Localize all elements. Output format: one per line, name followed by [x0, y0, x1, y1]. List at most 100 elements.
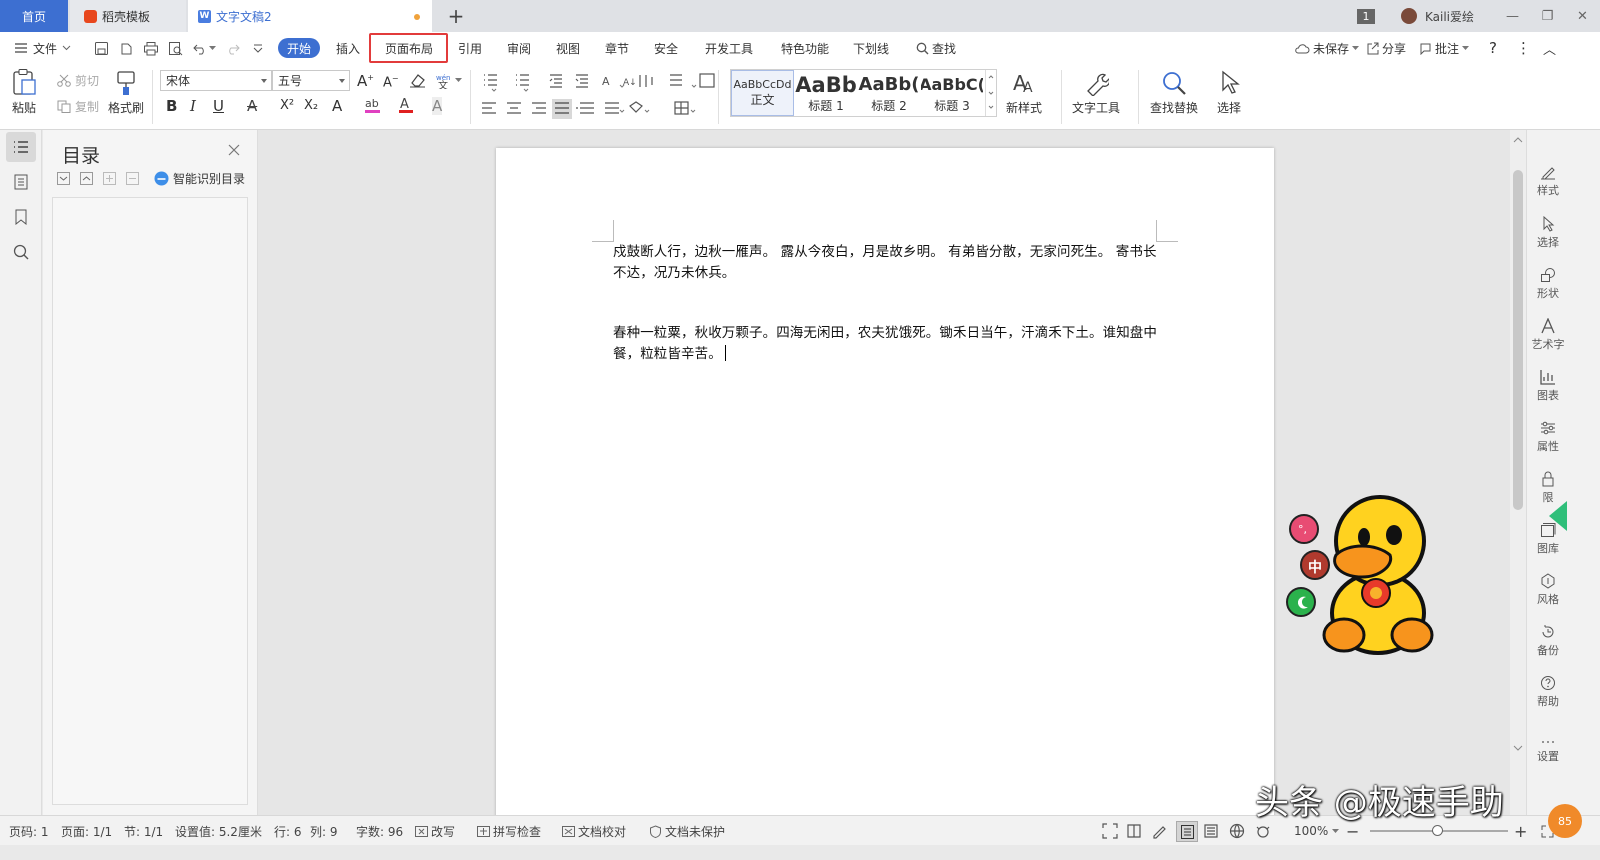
justify-align-button[interactable]	[552, 97, 572, 117]
file-menu[interactable]: 文件	[14, 32, 71, 64]
new-style-button[interactable]: AA 新样式	[1006, 70, 1042, 116]
pane-settings-button[interactable]: 设置	[1527, 738, 1569, 764]
vertical-scrollbar[interactable]	[1510, 130, 1526, 815]
tab-security[interactable]: 安全	[654, 32, 678, 64]
scroll-up-icon[interactable]	[1513, 136, 1523, 144]
tab-review[interactable]: 审阅	[507, 32, 531, 64]
demote-level-icon[interactable]	[126, 172, 139, 185]
font-name-select[interactable]: 宋体	[160, 70, 272, 91]
pane-style-button[interactable]: 样式	[1527, 164, 1569, 198]
tab-start[interactable]: 开始	[278, 38, 321, 58]
undo-button[interactable]	[193, 32, 216, 64]
select-button[interactable]: 选择	[1217, 70, 1241, 116]
close-button[interactable]: ✕	[1565, 9, 1600, 24]
tab-home[interactable]: 首页	[0, 0, 68, 32]
window-count-badge[interactable]: 1	[1357, 8, 1375, 24]
char-shading-button[interactable]: A	[432, 97, 443, 115]
more-button[interactable]: ⋮	[1516, 32, 1531, 64]
status-page-number[interactable]: 页码: 1	[9, 816, 49, 846]
bullet-list-button[interactable]	[480, 70, 500, 90]
zoom-slider-thumb[interactable]	[1432, 825, 1443, 836]
strikethrough-button[interactable]: A	[247, 97, 257, 115]
paragraph-1[interactable]: 戍鼓断人行，边秋一雁声。 露从今夜白，月是故乡明。 有弟皆分散，无家问死生。 寄…	[613, 242, 1158, 283]
comment-button[interactable]: 批注	[1419, 32, 1470, 64]
pane-property-button[interactable]: 属性	[1527, 420, 1569, 454]
font-size-select[interactable]: 五号	[272, 70, 350, 91]
avatar[interactable]	[1401, 8, 1417, 24]
grow-font-button[interactable]: A+	[357, 72, 374, 90]
text-tools-button[interactable]: 文字工具	[1072, 70, 1120, 116]
text-effect-button[interactable]: A	[332, 97, 342, 115]
numbered-list-button[interactable]	[512, 70, 532, 90]
expand-all-icon[interactable]	[57, 172, 70, 185]
redo-button[interactable]	[226, 32, 240, 64]
copy-button[interactable]: 复制	[57, 98, 99, 115]
tab-special-features[interactable]: 特色功能	[781, 32, 829, 64]
page-view-button[interactable]	[1176, 821, 1198, 842]
increase-indent-button[interactable]	[576, 70, 592, 90]
find-menu[interactable]: 查找	[916, 32, 956, 64]
status-section[interactable]: 节: 1/1	[124, 816, 163, 846]
pane-theme-button[interactable]: 风格	[1527, 573, 1569, 607]
status-setting-value[interactable]: 设置值: 5.2厘米	[175, 816, 262, 846]
pane-chart-button[interactable]: 图表	[1527, 369, 1569, 403]
clear-format-button[interactable]	[409, 73, 426, 88]
minimize-button[interactable]: —	[1495, 9, 1530, 24]
pane-shape-button[interactable]: 形状	[1527, 267, 1569, 301]
phonetic-guide-button[interactable]: wén 文	[436, 72, 462, 89]
doc-proofread-button[interactable]: 文档校对	[562, 816, 626, 846]
style-heading-3[interactable]: AaBbC(标题 3	[921, 70, 983, 116]
format-painter-button[interactable]: 格式刷	[108, 70, 144, 116]
zoom-slider[interactable]	[1370, 825, 1508, 836]
zoom-in-button[interactable]: +	[1514, 816, 1527, 846]
status-row[interactable]: 行: 6	[274, 816, 302, 846]
toc-close-button[interactable]	[228, 144, 240, 156]
save-button[interactable]	[94, 32, 109, 64]
bold-button[interactable]: B	[166, 97, 177, 115]
pane-help-button[interactable]: 帮助	[1527, 675, 1569, 709]
tab-insert[interactable]: 插入	[336, 32, 360, 64]
style-normal[interactable]: AaBbCcDd 正文	[731, 70, 794, 116]
tab-underline[interactable]: 下划线	[853, 32, 889, 64]
decrease-indent-button[interactable]	[550, 70, 566, 90]
cut-button[interactable]: 剪切	[57, 72, 99, 89]
unsaved-button[interactable]: 未保存	[1294, 32, 1360, 64]
share-button[interactable]: 分享	[1366, 32, 1406, 64]
restore-button[interactable]: ❐	[1530, 9, 1565, 24]
tab-daoke-templates[interactable]: 稻壳模板	[70, 0, 186, 32]
help-button[interactable]: ?	[1489, 32, 1497, 64]
superscript-button[interactable]: X²	[280, 98, 294, 113]
paragraph-2[interactable]: 春种一粒粟，秋收万颗子。四海无闲田，农夫犹饿死。锄禾日当午，汗滴禾下土。谁知盘中…	[613, 323, 1158, 364]
pane-backup-button[interactable]: 备份	[1527, 624, 1569, 658]
underline-button[interactable]: U	[213, 97, 224, 115]
style-heading-2[interactable]: AaBb(标题 2	[858, 70, 920, 116]
performance-badge[interactable]: 85	[1548, 804, 1582, 838]
print-preview-button[interactable]	[168, 32, 184, 64]
floating-assistant[interactable]: °, 中	[1284, 493, 1454, 663]
paste-button[interactable]: 粘贴	[11, 68, 37, 116]
style-heading-1[interactable]: AaBb 标题 1	[795, 70, 857, 116]
bookmark-nav-button[interactable]	[6, 202, 36, 232]
promote-level-icon[interactable]	[103, 172, 116, 185]
pane-wordart-button[interactable]: 艺术字	[1527, 318, 1569, 352]
search-nav-button[interactable]	[6, 237, 36, 267]
print-button[interactable]	[143, 32, 159, 64]
doc-protect-button[interactable]: 文档未保护	[649, 816, 725, 846]
pane-restrict-button[interactable]: 限	[1527, 471, 1569, 505]
smart-toc-button[interactable]: 智能识别目录	[154, 170, 245, 187]
quick-access-dropdown[interactable]	[253, 32, 263, 64]
font-color-button[interactable]: A	[398, 96, 414, 114]
toc-nav-button[interactable]	[6, 132, 36, 162]
export-button[interactable]	[119, 32, 134, 64]
overwrite-toggle[interactable]: 改写	[415, 816, 455, 846]
scroll-down-icon[interactable]	[1513, 744, 1523, 752]
chapter-nav-button[interactable]	[6, 167, 36, 197]
toc-list[interactable]	[52, 197, 248, 805]
spell-check-button[interactable]: 拼写检查	[477, 816, 541, 846]
status-pages[interactable]: 页面: 1/1	[61, 816, 112, 846]
shrink-font-button[interactable]: A−	[383, 74, 399, 90]
new-tab-button[interactable]: +	[446, 0, 466, 32]
pane-select-button[interactable]: 选择	[1527, 216, 1569, 250]
collapse-all-icon[interactable]	[80, 172, 93, 185]
highlight-button[interactable]: ab	[364, 96, 382, 114]
